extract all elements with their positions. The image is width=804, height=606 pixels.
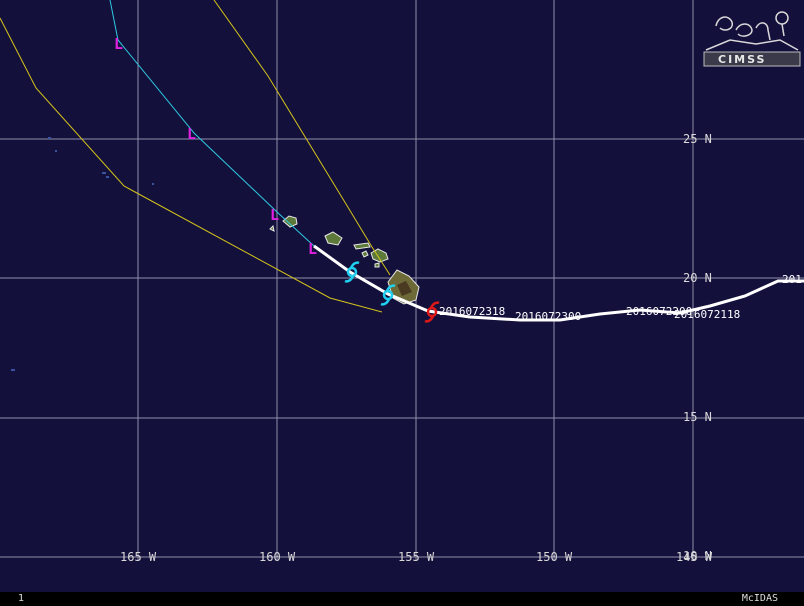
track-label: 201 (782, 273, 802, 286)
lon-label-155w: 155 W (398, 550, 435, 564)
lat-label-20n: 20 N (683, 271, 712, 285)
track-label: 2016072118 (674, 308, 740, 321)
low-marker: L (114, 35, 123, 53)
lat-label-10n: 10 N (683, 549, 712, 563)
lat-label-25n: 25 N (683, 132, 712, 146)
track-label: 2016072300 (515, 310, 581, 323)
lon-label-150w: 150 W (536, 550, 573, 564)
frame-number: 1 (18, 593, 25, 604)
cimss-logo-text: CIMSS (718, 53, 766, 66)
storm-track-map: 165 W 160 W 155 W 150 W 145 W 25 N 20 N … (0, 0, 804, 592)
low-marker: L (187, 125, 196, 143)
track-label: 2016072318 (439, 305, 505, 318)
low-marker: L (270, 206, 279, 224)
mcidas-label: McIDAS (741, 593, 778, 604)
status-bar: 1 McIDAS (0, 592, 804, 606)
lon-label-160w: 160 W (259, 550, 296, 564)
island-kahoolawe (374, 262, 380, 268)
lon-label-165w: 165 W (120, 550, 157, 564)
lat-label-15n: 15 N (683, 410, 712, 424)
